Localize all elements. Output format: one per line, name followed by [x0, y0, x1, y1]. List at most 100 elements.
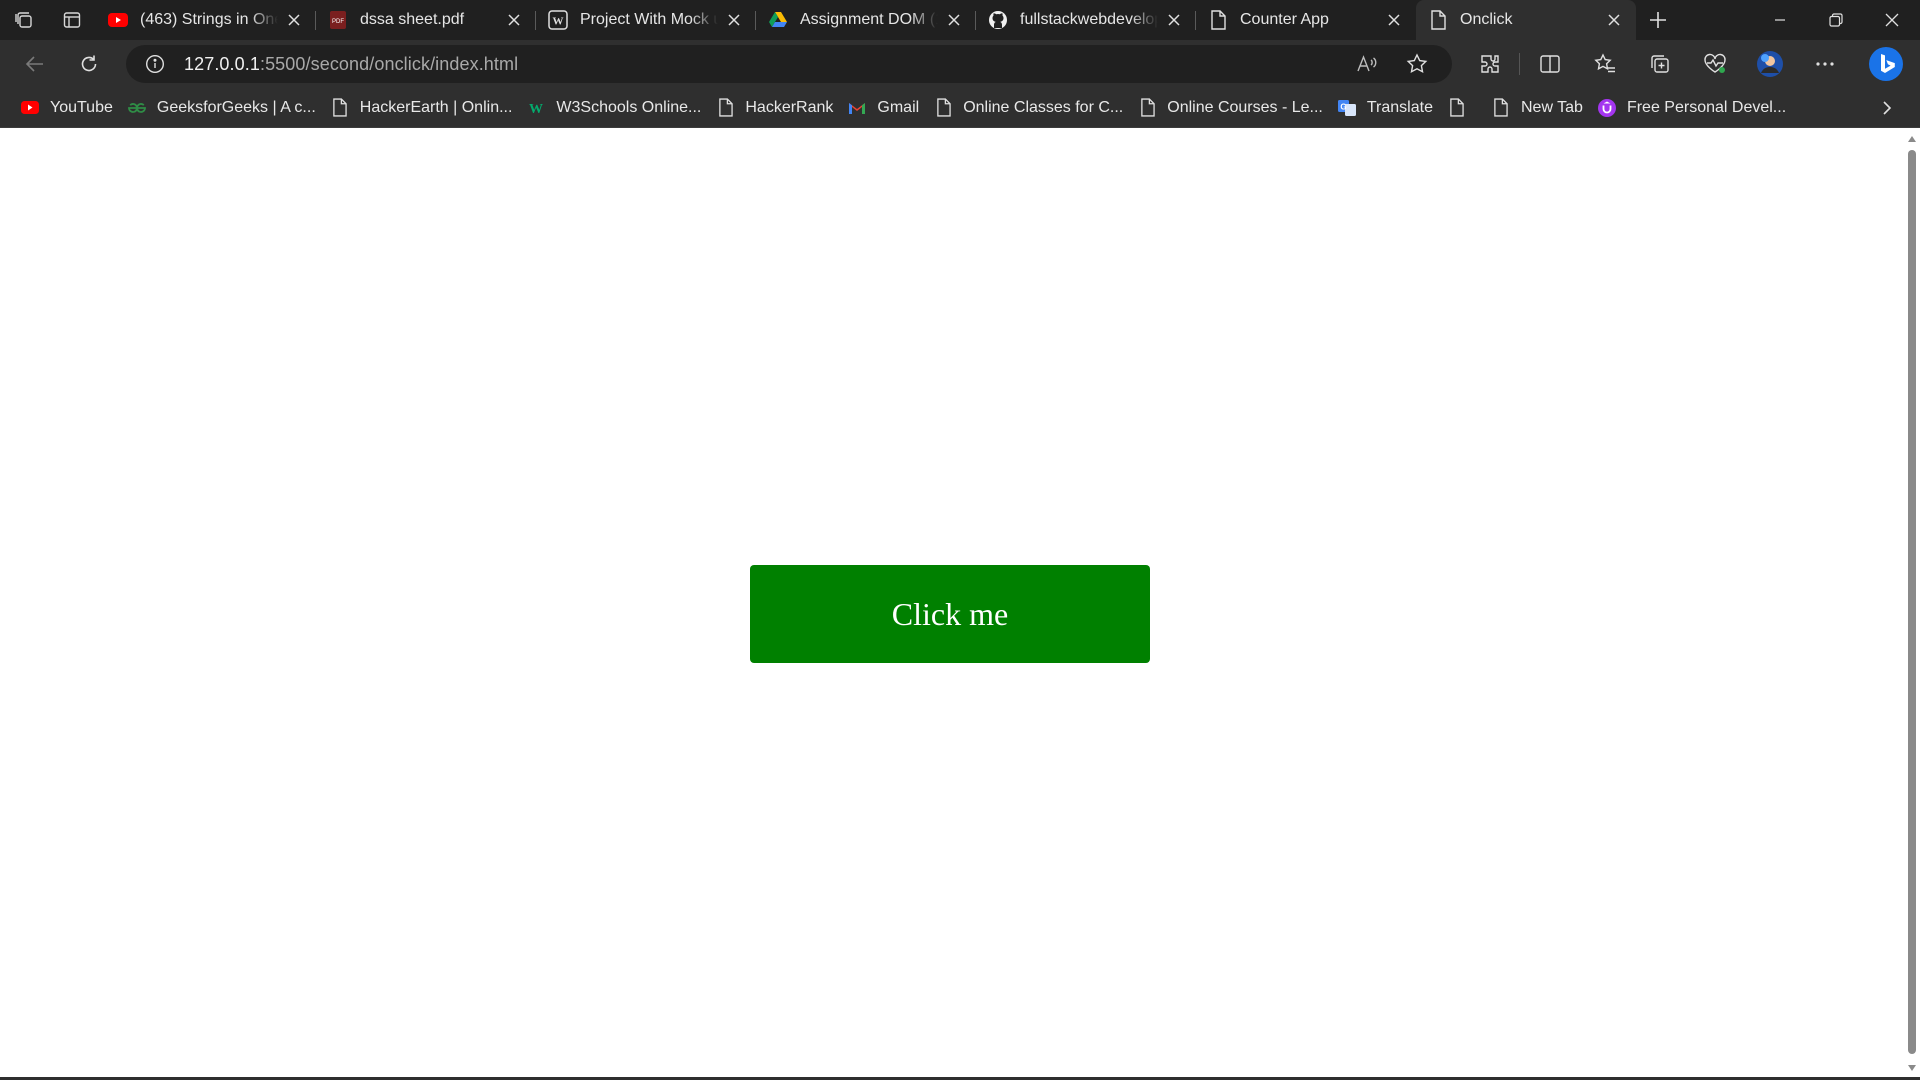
- url-path: :5500/second/onclick/index.html: [259, 53, 519, 74]
- vertical-scrollbar[interactable]: [1904, 128, 1920, 1077]
- favorite-new-tab[interactable]: New Tab: [1487, 93, 1593, 123]
- favorite-youtube[interactable]: YouTube: [16, 93, 123, 123]
- page-icon: [1447, 98, 1467, 118]
- back-button[interactable]: [14, 44, 56, 84]
- wordpress-icon: W: [548, 10, 568, 30]
- profile-button[interactable]: [1742, 44, 1797, 84]
- favorite-label: HackerRank: [745, 98, 834, 116]
- favorite-geeksforgeeks[interactable]: GeeksforGeeks | A c...: [123, 93, 326, 123]
- favorite-online-classes[interactable]: Online Classes for C...: [929, 93, 1133, 123]
- favorite-w3schools[interactable]: W W3Schools Online...: [522, 93, 711, 123]
- minimize-icon: [1775, 19, 1785, 21]
- scrollbar-thumb[interactable]: [1908, 150, 1916, 1054]
- workspaces-button[interactable]: [0, 0, 48, 40]
- minimize-button[interactable]: [1752, 0, 1808, 40]
- extensions-button[interactable]: [1462, 44, 1517, 84]
- page-viewport: Click me: [0, 128, 1920, 1077]
- scroll-down-arrow-icon[interactable]: [1907, 1063, 1917, 1073]
- tab-youtube-strings[interactable]: (463) Strings in One Shot: [96, 0, 316, 40]
- toolbar-separator: [1519, 53, 1520, 75]
- tab-assignment-dom[interactable]: Assignment DOM (1): [756, 0, 976, 40]
- workspaces-icon: [15, 12, 32, 28]
- favorite-gmail[interactable]: Gmail: [843, 93, 929, 123]
- favorite-translate[interactable]: G Translate: [1333, 93, 1443, 123]
- gmail-icon: [847, 98, 867, 118]
- svg-text:W: W: [529, 102, 543, 116]
- close-icon[interactable]: [504, 10, 524, 30]
- bing-copilot-button[interactable]: [1858, 44, 1913, 84]
- close-icon[interactable]: [284, 10, 304, 30]
- favorite-label: New Tab: [1520, 98, 1583, 116]
- window-controls: [1752, 0, 1920, 40]
- scroll-up-arrow-icon[interactable]: [1907, 134, 1917, 144]
- restore-icon: [1829, 13, 1843, 27]
- favorite-label: Gmail: [877, 98, 920, 116]
- tab-title: Counter App: [1240, 11, 1329, 28]
- favorite-hackerearth[interactable]: HackerEarth | Onlin...: [326, 93, 523, 123]
- tab-title: Assignment DOM (1): [800, 11, 938, 28]
- favorites-overflow-button[interactable]: [1872, 93, 1902, 123]
- tab-dssa-sheet[interactable]: PDF dssa sheet.pdf: [316, 0, 536, 40]
- favorite-online-courses[interactable]: Online Courses - Le...: [1133, 93, 1333, 123]
- read-aloud-button[interactable]: [1342, 45, 1392, 83]
- geeksforgeeks-icon: [127, 98, 147, 118]
- more-icon: [1815, 62, 1834, 66]
- favorite-star-button[interactable]: [1392, 45, 1442, 83]
- site-info-icon[interactable]: [144, 53, 166, 75]
- github-icon: [988, 10, 1008, 30]
- favorite-label: Translate: [1366, 98, 1433, 116]
- tab-counter-app[interactable]: Counter App: [1196, 0, 1416, 40]
- favorite-hackerrank[interactable]: HackerRank: [711, 93, 843, 123]
- browser-window: (463) Strings in One Shot PDF dssa sheet…: [0, 0, 1920, 1080]
- close-icon[interactable]: [944, 10, 964, 30]
- udemy-icon: [1597, 98, 1617, 118]
- translate-icon: G: [1337, 98, 1357, 118]
- back-arrow-icon: [25, 56, 43, 72]
- restore-button[interactable]: [1808, 0, 1864, 40]
- collections-button[interactable]: [1632, 44, 1687, 84]
- favorite-free-personal-development[interactable]: Free Personal Devel...: [1593, 93, 1796, 123]
- tab-actions-icon: [63, 12, 81, 28]
- close-window-button[interactable]: [1864, 0, 1920, 40]
- star-icon: [1406, 53, 1428, 73]
- close-icon[interactable]: [1604, 10, 1624, 30]
- page-icon: [1137, 98, 1157, 118]
- new-tab-button[interactable]: [1636, 0, 1680, 40]
- url-text[interactable]: 127.0.0.1:5500/second/onclick/index.html: [184, 54, 518, 75]
- browser-essentials-button[interactable]: [1687, 44, 1742, 84]
- page-icon: [933, 98, 953, 118]
- favorites-button[interactable]: [1577, 44, 1632, 84]
- tab-strip: (463) Strings in One Shot PDF dssa sheet…: [0, 0, 1920, 40]
- split-screen-button[interactable]: [1522, 44, 1577, 84]
- page-icon: [1491, 98, 1511, 118]
- page-icon: [330, 98, 350, 118]
- read-aloud-icon: [1357, 55, 1377, 72]
- favorite-untitled[interactable]: [1443, 93, 1487, 123]
- favorites-bar: YouTube GeeksforGeeks | A c... HackerEar…: [0, 88, 1920, 128]
- page-icon: [1208, 10, 1228, 30]
- split-screen-icon: [1539, 55, 1560, 73]
- pdf-icon: PDF: [328, 10, 348, 30]
- favorite-label: HackerEarth | Onlin...: [359, 98, 513, 116]
- tab-project-mockup[interactable]: W Project With Mock up: [536, 0, 756, 40]
- refresh-icon: [81, 55, 97, 72]
- settings-more-button[interactable]: [1797, 44, 1852, 84]
- tab-list: (463) Strings in One Shot PDF dssa sheet…: [96, 0, 1636, 40]
- refresh-button[interactable]: [68, 44, 110, 84]
- w3schools-icon: W: [526, 98, 546, 118]
- tab-github[interactable]: fullstackwebdeveloper: [976, 0, 1196, 40]
- address-bar[interactable]: 127.0.0.1:5500/second/onclick/index.html: [126, 45, 1452, 83]
- youtube-icon: [108, 10, 128, 30]
- close-icon[interactable]: [1164, 10, 1184, 30]
- favorite-label: GeeksforGeeks | A c...: [156, 98, 316, 116]
- close-icon: [1885, 13, 1899, 27]
- tab-title: dssa sheet.pdf: [360, 11, 465, 28]
- click-me-button[interactable]: Click me: [750, 565, 1150, 663]
- tab-onclick[interactable]: Onclick: [1416, 0, 1636, 40]
- favorite-label: W3Schools Online...: [556, 98, 702, 116]
- tab-actions-button[interactable]: [48, 0, 96, 40]
- close-icon[interactable]: [1384, 10, 1404, 30]
- close-icon[interactable]: [724, 10, 744, 30]
- bing-icon: [1868, 47, 1903, 81]
- favorite-label: YouTube: [50, 98, 113, 116]
